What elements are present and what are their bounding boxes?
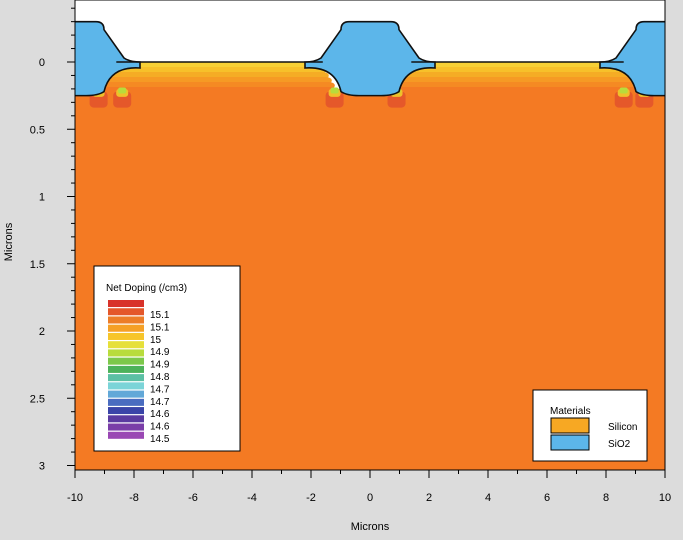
- x-tick-label: -10: [67, 492, 83, 504]
- colorbar-swatch: [108, 365, 144, 373]
- x-tick-label: 2: [426, 492, 432, 504]
- colorbar-swatch: [108, 415, 144, 423]
- edge-doping-spot-core: [619, 87, 628, 94]
- x-tick-label: -8: [129, 492, 139, 504]
- x-tick-label: 8: [603, 492, 609, 504]
- edge-doping-spot-core: [118, 87, 127, 94]
- x-tick-label: 6: [544, 492, 550, 504]
- colorbar-title: Net Doping (/cm3): [106, 283, 187, 294]
- x-axis-title: Microns: [351, 521, 390, 533]
- y-tick-label: 2: [39, 326, 45, 338]
- colorbar-label: 14.8: [150, 372, 170, 383]
- material-swatch: [550, 417, 590, 434]
- materials-title: Materials: [550, 406, 591, 417]
- colorbar-swatch: [108, 316, 144, 324]
- chart-svg: -10 -8 -6 -4 -2 0 2 4 6 8 10 0 0.5 1 1.5 2 2.5 3 Microns Mi…: [3, 0, 671, 533]
- y-tick-label: 1: [39, 192, 45, 204]
- colorbar-swatch: [108, 332, 144, 340]
- colorbar-label: 14.5: [150, 434, 170, 445]
- material-label: Silicon: [608, 422, 637, 433]
- x-tick-label: 10: [659, 492, 671, 504]
- colorbar-swatch: [108, 398, 144, 406]
- colorbar-label: 14.9: [150, 360, 170, 371]
- colorbar-swatch: [108, 407, 144, 415]
- doping-chart: -10 -8 -6 -4 -2 0 2 4 6 8 10 0 0.5 1 1.5 2 2.5 3 Microns Mi…: [0, 0, 683, 535]
- y-tick-label: 2.5: [30, 393, 45, 405]
- colorbar-label: 14.7: [150, 384, 170, 395]
- colorbar-swatch: [108, 300, 144, 308]
- y-tick-label: 1.5: [30, 259, 45, 271]
- y-tick-label: 0: [39, 57, 45, 69]
- colorbar-swatch: [108, 431, 144, 439]
- x-tick-label: -4: [247, 492, 257, 504]
- colorbar-swatch: [108, 324, 144, 332]
- x-tick-label: 4: [485, 492, 491, 504]
- colorbar-swatch: [108, 349, 144, 357]
- material-swatch: [550, 434, 590, 451]
- y-tick-label: 0.5: [30, 124, 45, 136]
- colorbar-swatch: [108, 390, 144, 398]
- doping-band: [101, 87, 338, 94]
- colorbar-swatch: [108, 357, 144, 365]
- colorbar-label: 15.1: [150, 322, 170, 333]
- doping-band: [393, 87, 642, 94]
- colorbar-label: 14.7: [150, 397, 170, 408]
- colorbar-label: 14.6: [150, 422, 170, 433]
- x-tick-label: -2: [306, 492, 316, 504]
- x-tick-label: -6: [188, 492, 198, 504]
- edge-doping-spot-core: [330, 87, 339, 94]
- x-tick-label: 0: [367, 492, 373, 504]
- colorbar-swatch: [108, 382, 144, 390]
- colorbar-swatch: [108, 423, 144, 431]
- colorbar-swatch: [108, 308, 144, 316]
- y-tick-label: 3: [39, 461, 45, 473]
- colorbar-swatch: [108, 341, 144, 349]
- colorbar-label: 15.1: [150, 310, 170, 321]
- material-label: SiO2: [608, 439, 631, 450]
- colorbar-swatch: [108, 374, 144, 382]
- colorbar-label: 15: [150, 335, 162, 346]
- colorbar-label: 14.9: [150, 347, 170, 358]
- colorbar-label: 14.6: [150, 409, 170, 420]
- y-axis-title: Microns: [3, 222, 15, 261]
